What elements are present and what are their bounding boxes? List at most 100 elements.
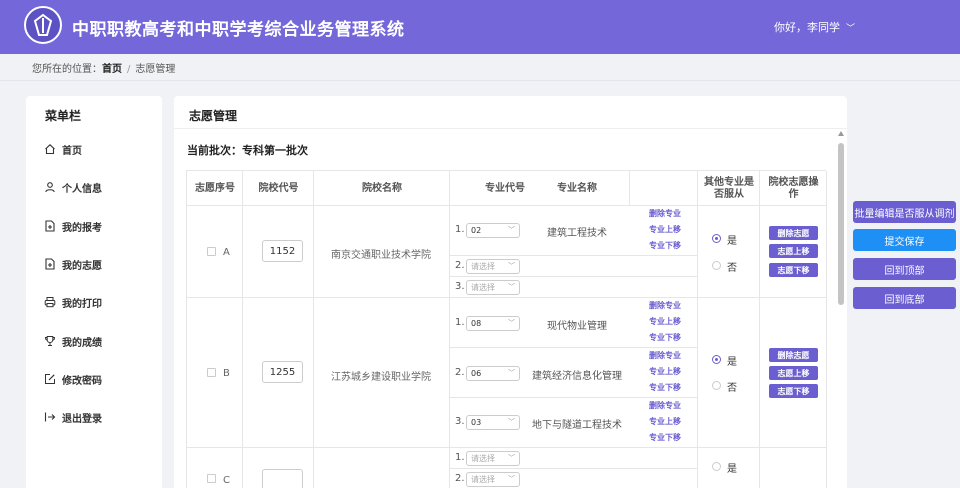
major-up-link[interactable]: 专业上移 bbox=[649, 224, 681, 235]
row-checkbox[interactable] bbox=[207, 474, 216, 483]
select-placeholder: 请选择 bbox=[471, 454, 495, 463]
delete-volunteer-button[interactable]: 删除志愿 bbox=[769, 226, 818, 240]
school-code-input[interactable]: 1255 bbox=[262, 361, 303, 383]
scrollbar-thumb[interactable] bbox=[838, 143, 844, 305]
sidebar-item-registration[interactable]: 我的报考 bbox=[44, 216, 102, 236]
sidebar-item-logout[interactable]: 退出登录 bbox=[44, 407, 102, 427]
major-name: 地下与隧道工程技术 bbox=[532, 420, 622, 431]
chevron-down-icon: ﹀ bbox=[508, 454, 515, 462]
delete-major-link[interactable]: 删除专业 bbox=[649, 350, 681, 361]
breadcrumb-prefix: 您所在的位置： bbox=[32, 64, 102, 75]
obey-yes-label: 是 bbox=[727, 357, 737, 368]
table-header-cell bbox=[630, 171, 698, 206]
obey-yes-radio[interactable] bbox=[712, 462, 721, 471]
major-code-select[interactable]: 请选择 ﹀ bbox=[466, 451, 520, 466]
row-checkbox[interactable] bbox=[207, 247, 216, 256]
major-up-link[interactable]: 专业上移 bbox=[649, 416, 681, 427]
submit-save-button[interactable]: 提交保存 bbox=[853, 229, 956, 251]
obey-yes-radio[interactable] bbox=[712, 234, 721, 243]
volunteer-letter: B bbox=[223, 368, 230, 379]
file-plus-icon bbox=[45, 258, 55, 270]
major-code-select[interactable]: 03 ﹀ bbox=[466, 415, 520, 430]
major-down-link[interactable]: 专业下移 bbox=[649, 240, 681, 251]
major-code-select[interactable]: 02 ﹀ bbox=[466, 223, 520, 238]
sidebar-item-home[interactable]: 首页 bbox=[44, 139, 82, 159]
scroll-up-arrow-icon[interactable] bbox=[838, 131, 844, 136]
major-up-link[interactable]: 专业上移 bbox=[649, 316, 681, 327]
table-cell bbox=[314, 448, 450, 488]
sidebar-item-profile[interactable]: 个人信息 bbox=[44, 177, 102, 197]
batch-edit-obey-button[interactable]: 批量编辑是否服从调剂 bbox=[853, 201, 956, 223]
school-code-input[interactable]: 1152 bbox=[262, 240, 303, 262]
select-placeholder: 请选择 bbox=[471, 262, 495, 271]
sidebar-item-volunteer[interactable]: 我的志愿 bbox=[44, 254, 102, 274]
sidebar-item-label: 我的报考 bbox=[62, 222, 102, 234]
chevron-down-icon: ﹀ bbox=[508, 475, 515, 483]
major-up-link[interactable]: 专业上移 bbox=[649, 366, 681, 377]
delete-major-link[interactable]: 删除专业 bbox=[649, 400, 681, 411]
major-name: 建筑工程技术 bbox=[547, 228, 607, 239]
obey-no-label: 否 bbox=[727, 263, 737, 274]
sidebar-item-print[interactable]: 我的打印 bbox=[44, 292, 102, 312]
major-down-link[interactable]: 专业下移 bbox=[649, 382, 681, 393]
obey-yes-label: 是 bbox=[727, 464, 737, 475]
school-name: 江苏城乡建设职业学院 bbox=[331, 372, 431, 383]
sidebar: 菜单栏 首页 个人信息 我的报考 我的志愿 我的打印 我的成绩 修改密码 退出登… bbox=[26, 96, 162, 488]
chevron-down-icon: ﹀ bbox=[508, 226, 515, 234]
back-to-bottom-button[interactable]: 回到底部 bbox=[853, 287, 956, 309]
obey-no-radio[interactable] bbox=[712, 381, 721, 390]
table-cell bbox=[698, 298, 760, 448]
trophy-icon bbox=[44, 336, 56, 346]
delete-major-link[interactable]: 删除专业 bbox=[649, 300, 681, 311]
chevron-down-icon: ﹀ bbox=[846, 24, 856, 34]
volunteer-letter: C bbox=[223, 475, 230, 486]
major-code-select[interactable]: 请选择 ﹀ bbox=[466, 280, 520, 295]
breadcrumb-current: 志愿管理 bbox=[135, 64, 176, 75]
printer-icon bbox=[44, 297, 56, 308]
sidebar-item-scores[interactable]: 我的成绩 bbox=[44, 331, 102, 351]
row-checkbox[interactable] bbox=[207, 368, 216, 377]
school-name: 南京交通职业技术学院 bbox=[331, 250, 431, 261]
major-code-select[interactable]: 请选择 ﹀ bbox=[466, 472, 520, 487]
volunteer-down-button[interactable]: 志愿下移 bbox=[769, 263, 818, 277]
major-code-select[interactable]: 请选择 ﹀ bbox=[466, 259, 520, 274]
volunteer-up-button[interactable]: 志愿上移 bbox=[769, 244, 818, 258]
chevron-down-icon: ﹀ bbox=[508, 369, 515, 377]
obey-no-label: 否 bbox=[727, 383, 737, 394]
col-school-name: 院校名称 bbox=[362, 182, 402, 194]
major-code-value: 06 bbox=[471, 369, 482, 378]
sidebar-item-label: 首页 bbox=[62, 145, 82, 157]
file-plus-icon bbox=[45, 220, 55, 232]
major-number: 1. bbox=[455, 452, 465, 463]
major-name: 现代物业管理 bbox=[547, 321, 607, 332]
school-logo bbox=[24, 6, 62, 44]
edit-icon bbox=[45, 374, 55, 384]
major-number: 1. bbox=[455, 317, 465, 328]
sidebar-title: 菜单栏 bbox=[45, 109, 82, 123]
major-code-select[interactable]: 08 ﹀ bbox=[466, 316, 520, 331]
major-down-link[interactable]: 专业下移 bbox=[649, 332, 681, 343]
chevron-down-icon: ﹀ bbox=[508, 319, 515, 327]
sidebar-item-label: 我的志愿 bbox=[62, 260, 102, 272]
user-greeting: 你好，李同学 bbox=[774, 21, 840, 34]
col-major-name: 专业名称 bbox=[557, 182, 597, 194]
delete-major-link[interactable]: 删除专业 bbox=[649, 208, 681, 219]
breadcrumb-home[interactable]: 首页 bbox=[102, 64, 122, 75]
col-volunteer-order: 志愿序号 bbox=[195, 182, 235, 194]
sidebar-item-label: 我的打印 bbox=[62, 298, 102, 310]
volunteer-up-button[interactable]: 志愿上移 bbox=[769, 366, 818, 380]
sidebar-item-password[interactable]: 修改密码 bbox=[44, 369, 102, 389]
major-down-link[interactable]: 专业下移 bbox=[649, 432, 681, 443]
volunteer-down-button[interactable]: 志愿下移 bbox=[769, 384, 818, 398]
major-code-select[interactable]: 06 ﹀ bbox=[466, 366, 520, 381]
major-code-value: 03 bbox=[471, 418, 482, 427]
col-obey-other: 其他专业是否服从 bbox=[704, 176, 754, 200]
obey-yes-radio[interactable] bbox=[712, 355, 721, 364]
user-menu[interactable]: 你好，李同学 ﹀ bbox=[774, 19, 855, 35]
col-school-code: 院校代号 bbox=[258, 182, 299, 194]
school-code-input[interactable] bbox=[262, 469, 303, 488]
back-to-top-button[interactable]: 回到顶部 bbox=[853, 258, 956, 280]
current-batch: 当前批次：专科第一批次 bbox=[187, 144, 308, 157]
delete-volunteer-button[interactable]: 删除志愿 bbox=[769, 348, 818, 362]
obey-no-radio[interactable] bbox=[712, 261, 721, 270]
